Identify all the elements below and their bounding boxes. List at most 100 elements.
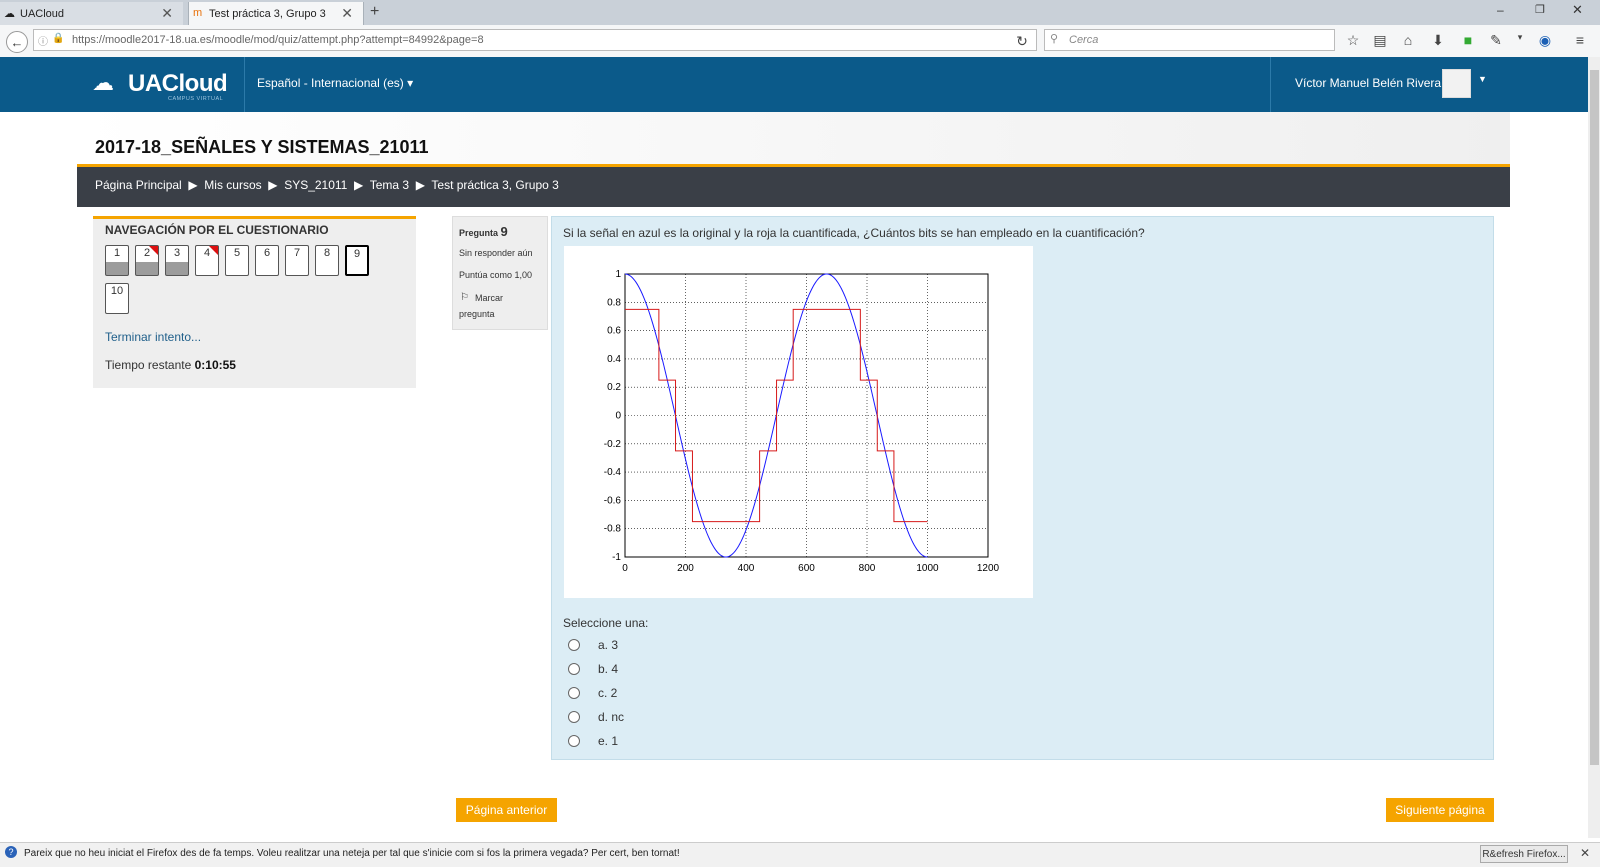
quiz-nav-button-9[interactable]: 9	[345, 245, 369, 276]
reload-icon[interactable]: ↻	[1012, 33, 1032, 50]
x-tick-label: 800	[859, 563, 876, 574]
page-title: 2017-18_SEÑALES Y SISTEMAS_21011	[95, 137, 429, 157]
quiz-nav-button-1[interactable]: 1	[105, 245, 129, 276]
dropdown-icon[interactable]: ▾	[1510, 32, 1530, 43]
url-field[interactable]: https://moodle2017-18.ua.es/moodle/mod/q…	[33, 29, 1037, 51]
y-tick-label: 0	[615, 411, 621, 422]
x-tick-label: 0	[622, 563, 628, 574]
user-menu-caret-icon[interactable]: ▼	[1478, 74, 1487, 84]
user-name[interactable]: Víctor Manuel Belén Rivera	[1295, 76, 1441, 90]
refresh-firefox-button[interactable]: R&efresh Firefox...	[1480, 845, 1568, 863]
answer-radio-1[interactable]	[568, 663, 580, 675]
lock-icon: 🔒	[52, 33, 65, 44]
quiz-navigation-title: NAVEGACIÓN POR EL CUESTIONARIO	[105, 223, 329, 237]
close-notification-icon[interactable]: ✕	[1580, 846, 1590, 860]
x-tick-label: 600	[798, 563, 815, 574]
y-tick-label: 0.2	[607, 382, 621, 393]
bookmark-star-icon[interactable]: ☆	[1343, 32, 1363, 49]
cloud-icon: ☁	[4, 8, 15, 20]
new-tab-icon[interactable]: +	[370, 3, 379, 21]
flag-marker-icon	[149, 246, 158, 255]
quiz-nav-button-2[interactable]: 2	[135, 245, 159, 276]
question-number: Pregunta 9	[459, 224, 508, 239]
answer-radio-2[interactable]	[568, 687, 580, 699]
tab-label: UACloud	[20, 7, 65, 20]
time-remaining: Tiempo restante 0:10:55	[105, 358, 236, 372]
answer-label-0[interactable]: a. 3	[598, 638, 618, 652]
quiz-nav-button-6[interactable]: 6	[255, 245, 279, 276]
time-label: Tiempo restante	[105, 358, 195, 372]
answer-label-4[interactable]: e. 1	[598, 734, 618, 748]
y-tick-label: 0.4	[607, 354, 621, 365]
x-tick-label: 1200	[977, 563, 1000, 574]
tab-test-practica[interactable]: m Test práctica 3, Grupo 3 ✕	[188, 2, 364, 25]
info-icon[interactable]: ⓘ	[38, 33, 48, 48]
breadcrumb-links[interactable]: Página Principal ▶ Mis cursos ▶ SYS_2101…	[95, 178, 559, 192]
question-status: Sin responder aún	[459, 248, 533, 258]
quiz-nav-button-4[interactable]: 4	[195, 245, 219, 276]
menu-icon[interactable]: ≡	[1570, 32, 1590, 48]
question-number-value: 9	[500, 224, 508, 239]
question-text: Si la señal en azul es la original y la …	[563, 226, 1145, 240]
y-tick-label: -0.2	[604, 439, 622, 450]
reader-icon[interactable]: ▤	[1370, 32, 1390, 49]
question-figure: 0 200 400 600 800 1000 1200 1 0.8 0.6 0.4 0.2 0 -0.2 -…	[564, 246, 1033, 598]
question-label: Pregunta	[459, 228, 501, 238]
finish-attempt-link[interactable]: Terminar intento...	[105, 330, 201, 344]
tab-label: Test práctica 3, Grupo 3	[209, 7, 326, 20]
close-window-icon[interactable]: ✕	[1572, 2, 1583, 18]
avatar[interactable]	[1442, 69, 1471, 98]
flag-question-label-1[interactable]: Marcar	[475, 293, 503, 303]
y-tick-label: 0.8	[607, 297, 621, 308]
restore-icon[interactable]: ❐	[1535, 3, 1545, 16]
flag-question-label-2[interactable]: pregunta	[459, 309, 495, 319]
flag-icon[interactable]: ⚐	[460, 292, 469, 303]
answer-radio-4[interactable]	[568, 735, 580, 747]
notification-text: Pareix que no heu iniciat el Firefox des…	[24, 848, 680, 859]
time-value: 0:10:55	[194, 358, 236, 372]
header-divider	[244, 57, 245, 112]
y-tick-label: 0.6	[607, 326, 621, 337]
answer-label-1[interactable]: b. 4	[598, 662, 618, 676]
site-logo-subtitle: CAMPUS VIRTUAL	[168, 96, 224, 102]
x-tick-label: 200	[677, 563, 694, 574]
previous-page-button[interactable]: Página anterior	[456, 798, 557, 822]
globe-icon[interactable]: ◉	[1535, 32, 1555, 49]
tab-uacloud[interactable]: ☁ UACloud ✕	[0, 2, 183, 25]
answer-radio-0[interactable]	[568, 639, 580, 651]
quiz-nav-button-10[interactable]: 10	[105, 283, 129, 314]
info-icon: ?	[5, 846, 17, 858]
site-logo[interactable]: UACloud	[128, 70, 228, 98]
answer-label-2[interactable]: c. 2	[598, 686, 617, 700]
home-icon[interactable]: ⌂	[1398, 32, 1418, 48]
y-tick-label: -0.4	[604, 467, 622, 478]
search-placeholder: Cerca	[1069, 34, 1099, 46]
answer-label-3[interactable]: d. nc	[598, 710, 624, 724]
search-field[interactable]: Cerca	[1044, 29, 1335, 51]
breadcrumb: Página Principal ▶ Mis cursos ▶ SYS_2101…	[77, 167, 1510, 207]
header-divider	[1270, 57, 1271, 112]
x-tick-label: 1000	[916, 563, 939, 574]
y-tick-label: -1	[612, 552, 621, 563]
quiz-nav-button-3[interactable]: 3	[165, 245, 189, 276]
quiz-nav-button-5[interactable]: 5	[225, 245, 249, 276]
download-icon[interactable]: ⬇	[1428, 32, 1448, 49]
cloud-logo-icon: ☁	[92, 70, 114, 95]
y-tick-label: -0.6	[604, 495, 622, 506]
back-icon[interactable]: ←	[6, 31, 28, 53]
close-tab-icon[interactable]: ✕	[341, 5, 353, 22]
extension-icon[interactable]: ■	[1458, 32, 1478, 48]
x-tick-label: 400	[738, 563, 755, 574]
tools-icon[interactable]: ✎	[1486, 32, 1506, 49]
minimize-icon[interactable]: –	[1497, 3, 1504, 17]
next-page-button[interactable]: Siguiente página	[1386, 798, 1494, 822]
flag-marker-icon	[209, 246, 218, 255]
close-tab-icon[interactable]: ✕	[161, 5, 173, 22]
url-text: https://moodle2017-18.ua.es/moodle/mod/q…	[72, 34, 484, 46]
y-tick-label: -0.8	[604, 524, 622, 535]
scrollbar-thumb[interactable]	[1590, 70, 1599, 765]
quiz-nav-button-8[interactable]: 8	[315, 245, 339, 276]
language-menu[interactable]: Español - Internacional (es) ▾	[257, 76, 413, 90]
answer-radio-3[interactable]	[568, 711, 580, 723]
quiz-nav-button-7[interactable]: 7	[285, 245, 309, 276]
